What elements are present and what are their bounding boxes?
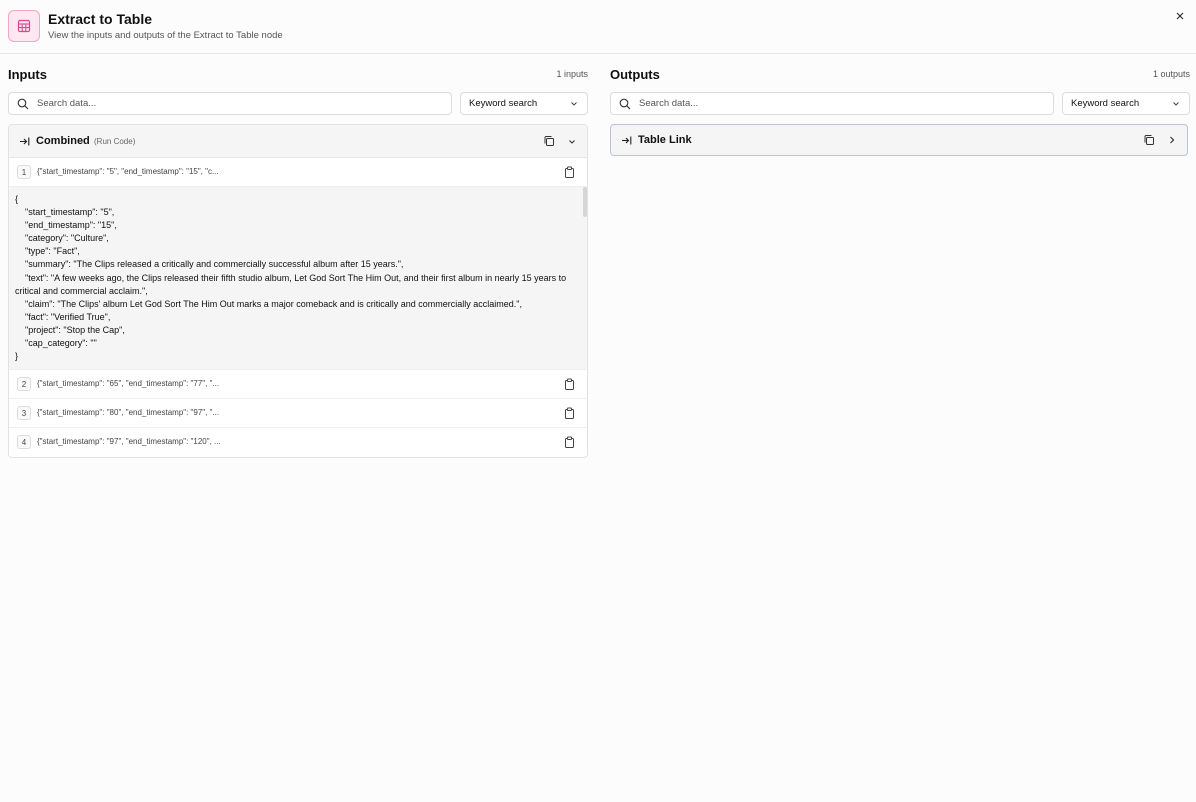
scrollbar-thumb[interactable] [583,187,587,217]
dialog-title: Extract to Table [48,11,152,27]
close-icon [1176,12,1184,20]
clipboard-icon[interactable] [564,407,575,420]
json-line: "claim": "The Clips' album Let God Sort … [25,298,522,309]
inputs-title: Inputs [8,67,47,82]
json-line: "project": "Stop the Cap", [25,324,125,335]
outputs-search-mode-label: Keyword search [1071,98,1140,109]
inputs-search-row: Keyword search [8,92,588,115]
row-index: 4 [17,435,31,450]
table-link-title: Table Link [638,134,692,146]
expanded-row-content: { "start_timestamp": "5", "end_timestamp… [9,187,587,371]
json-line: "fact": "Verified True", [25,311,111,322]
row-preview: {"start_timestamp": "65", "end_timestamp… [37,379,220,389]
dialog-header: Extract to Table View the inputs and out… [0,0,1196,54]
table-icon [8,10,40,42]
copy-icon[interactable] [543,135,555,147]
outputs-search-row: Keyword search [610,92,1190,115]
dialog-subtitle: View the inputs and outputs of the Extra… [48,30,283,41]
outputs-search-mode-select[interactable]: Keyword search [1062,92,1190,115]
inputs-search-mode-label: Keyword search [469,98,538,109]
json-line: { [15,194,19,204]
clipboard-icon[interactable] [564,378,575,391]
outputs-search-input[interactable] [639,98,1019,109]
list-item[interactable]: 2 {"start_timestamp": "65", "end_timesta… [9,370,587,400]
row-preview: {"start_timestamp": "5", "end_timestamp"… [37,167,219,176]
outputs-search-box[interactable] [610,92,1054,115]
clipboard-icon[interactable] [564,436,575,449]
combined-card-header[interactable]: Combined (Run Code) [9,125,587,158]
row-index: 2 [17,377,31,392]
copy-icon[interactable] [1143,134,1155,146]
inputs-panel: Inputs 1 inputs Keyword search Combined [8,54,588,459]
inputs-panel-header: Inputs 1 inputs [8,54,588,92]
combined-card-title: Combined [36,135,90,147]
json-line: "start_timestamp": "5", [25,207,115,218]
chevron-right-icon[interactable] [1167,135,1177,145]
row-preview: {"start_timestamp": "80", "end_timestamp… [37,408,220,418]
inputs-search-mode-select[interactable]: Keyword search [460,92,588,115]
chevron-down-icon[interactable] [567,137,577,147]
json-line: "summary": "The Clips released a critica… [25,259,404,270]
search-icon [619,98,631,109]
list-item[interactable]: 4 {"start_timestamp": "97", "end_timesta… [9,428,587,457]
combined-card-subtitle: (Run Code) [94,137,136,146]
json-line: "type": "Fact", [25,246,80,257]
clipboard-icon[interactable] [564,166,575,178]
outputs-panel-header: Outputs 1 outputs [610,54,1190,92]
close-button[interactable] [1172,8,1188,24]
table-link-card[interactable]: Table Link [610,124,1188,156]
inputs-count: 1 inputs [556,69,588,79]
json-line: "cap_category": "" [25,338,97,349]
inputs-search-box[interactable] [8,92,452,115]
json-line: "text": "A few weeks ago, the Clips rele… [15,272,569,296]
arrow-right-to-line-icon [622,136,632,145]
row-index: 3 [17,406,31,421]
row-index: 1 [17,165,31,179]
outputs-title: Outputs [610,67,660,82]
row-preview: {"start_timestamp": "97", "end_timestamp… [37,437,221,447]
chevron-down-icon [1173,102,1179,106]
search-icon [17,98,29,109]
chevron-down-icon [571,102,577,106]
list-item[interactable]: 1 {"start_timestamp": "5", "end_timestam… [9,158,587,187]
outputs-count: 1 outputs [1152,69,1190,79]
json-line: "end_timestamp": "15", [25,220,117,231]
outputs-panel: Outputs 1 outputs Keyword search Table L… [610,54,1190,156]
combined-card: Combined (Run Code) 1 {"start_timestamp"… [8,124,588,459]
list-item[interactable]: 3 {"start_timestamp": "80", "end_timesta… [9,399,587,429]
inputs-search-input[interactable] [37,98,417,109]
json-line: } [15,351,19,362]
arrow-right-to-line-icon [20,137,30,146]
json-line: "category": "Culture", [25,233,109,244]
